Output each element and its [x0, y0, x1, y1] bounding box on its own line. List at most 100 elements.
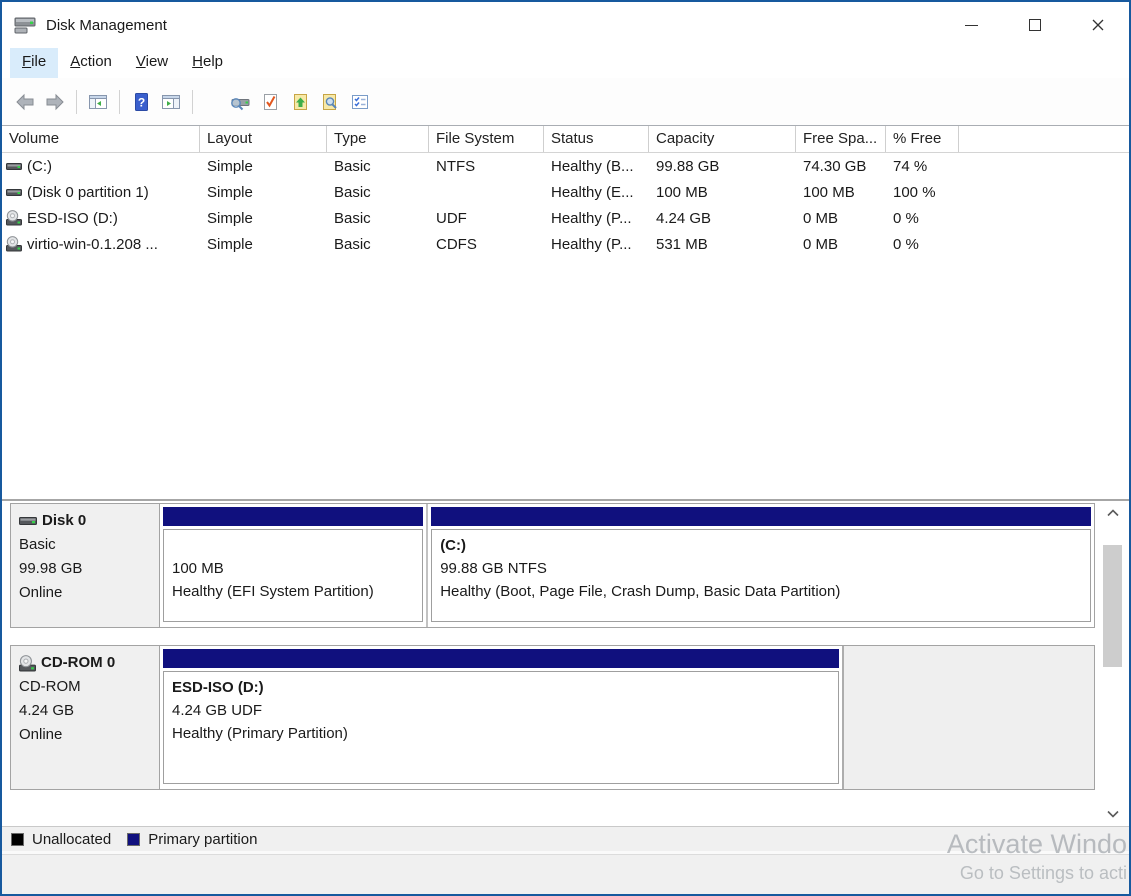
volume-name: ESD-ISO (D:)	[27, 210, 118, 227]
volume-list-header: Volume Layout Type File System Status Ca…	[2, 126, 1129, 153]
window-title: Disk Management	[46, 17, 167, 34]
disk-size: 99.98 GB	[19, 557, 153, 581]
volume-name: virtio-win-0.1.208 ...	[27, 236, 158, 253]
column-header-layout[interactable]: Layout	[200, 126, 327, 152]
cell-free-space: 100 MB	[796, 184, 886, 201]
legend-bar: Unallocated Primary partition	[2, 826, 1129, 851]
column-header-percent-free[interactable]: % Free	[886, 126, 959, 152]
partition-size: 99.88 GB NTFS	[440, 557, 1086, 580]
help-button[interactable]: ?	[126, 87, 156, 117]
column-header-free-space[interactable]: Free Spa...	[796, 126, 886, 152]
cell-free-space: 0 MB	[796, 210, 886, 227]
column-header-status[interactable]: Status	[544, 126, 649, 152]
scroll-down-button[interactable]	[1101, 804, 1124, 824]
unallocated-swatch	[11, 833, 24, 846]
disk-type: CD-ROM	[19, 675, 153, 699]
partition-efi[interactable]: 100 MB Healthy (EFI System Partition)	[160, 504, 426, 627]
cell-type: Basic	[327, 210, 429, 227]
graphical-view: Disk 0 Basic 99.98 GB Online 100 MB Heal…	[2, 501, 1129, 826]
cell-type: Basic	[327, 184, 429, 201]
volume-list: Volume Layout Type File System Status Ca…	[2, 126, 1129, 474]
disk-management-window: Disk Management File Action View Help	[0, 0, 1131, 896]
cell-layout: Simple	[200, 210, 327, 227]
show-action-pane-button[interactable]	[156, 87, 186, 117]
partition-color-band	[431, 507, 1091, 526]
disk-name: CD-ROM 0	[41, 651, 115, 675]
scrollbar-thumb[interactable]	[1103, 545, 1122, 667]
toolbar-separator	[192, 90, 193, 114]
volume-row-disk0-partition1[interactable]: (Disk 0 partition 1) Simple Basic Health…	[2, 179, 1129, 205]
disk-status: Online	[19, 581, 153, 605]
rescan-disks-icon	[229, 92, 251, 112]
close-icon	[1091, 18, 1105, 32]
legend-label: Unallocated	[32, 831, 111, 848]
cell-status: Healthy (P...	[544, 236, 649, 253]
cell-status: Healthy (E...	[544, 184, 649, 201]
disk-size: 4.24 GB	[19, 699, 153, 723]
toolbar-separator	[76, 90, 77, 114]
drive-icon	[6, 158, 22, 174]
cdrom-0-header[interactable]: CD-ROM 0 CD-ROM 4.24 GB Online	[11, 646, 160, 789]
cell-capacity: 531 MB	[649, 236, 796, 253]
volume-row-esd-iso[interactable]: ESD-ISO (D:) Simple Basic UDF Healthy (P…	[2, 205, 1129, 231]
maximize-button[interactable]	[1003, 2, 1066, 48]
column-header-file-system[interactable]: File System	[429, 126, 544, 152]
show-console-tree-button[interactable]	[83, 87, 113, 117]
properties-icon	[350, 92, 370, 112]
svg-text:?: ?	[138, 95, 145, 109]
partition-name: (C:)	[440, 534, 1086, 557]
partition-c[interactable]: (C:) 99.88 GB NTFS Healthy (Boot, Page F…	[426, 504, 1094, 627]
volume-name: (C:)	[27, 158, 52, 175]
back-icon	[14, 92, 36, 112]
check-disk-button[interactable]	[255, 87, 285, 117]
menu-action[interactable]: Action	[58, 48, 124, 78]
column-header-type[interactable]: Type	[327, 126, 429, 152]
minimize-button[interactable]	[940, 2, 1003, 48]
disk-name: Disk 0	[42, 509, 86, 533]
check-disk-icon	[260, 92, 280, 112]
cell-capacity: 4.24 GB	[649, 210, 796, 227]
scroll-up-button[interactable]	[1101, 503, 1124, 523]
volume-row-c[interactable]: (C:) Simple Basic NTFS Healthy (B... 99.…	[2, 153, 1129, 179]
cd-icon	[6, 210, 22, 226]
partition-size: 100 MB	[172, 557, 418, 580]
move-up-icon	[290, 92, 310, 112]
cell-free-space: 0 MB	[796, 236, 886, 253]
drive-icon	[19, 515, 37, 527]
menu-view[interactable]: View	[124, 48, 180, 78]
partition-name: ESD-ISO (D:)	[172, 676, 834, 699]
toolbar: ?	[2, 78, 1129, 126]
partition-esd-iso[interactable]: ESD-ISO (D:) 4.24 GB UDF Healthy (Primar…	[160, 646, 842, 789]
legend-primary-partition: Primary partition	[127, 831, 257, 848]
pane-splitter[interactable]	[2, 474, 1129, 501]
window-controls	[940, 2, 1129, 48]
column-header-volume[interactable]: Volume	[2, 126, 200, 152]
cd-icon	[6, 236, 22, 252]
minimize-icon	[965, 25, 978, 26]
partition-color-band	[163, 649, 839, 668]
properties-button[interactable]	[345, 87, 375, 117]
menu-help[interactable]: Help	[180, 48, 235, 78]
titlebar[interactable]: Disk Management	[2, 2, 1129, 48]
cell-percent-free: 0 %	[886, 210, 959, 227]
rescan-disks-button[interactable]	[225, 87, 255, 117]
chevron-up-icon	[1107, 509, 1119, 517]
vertical-scrollbar[interactable]	[1101, 501, 1124, 826]
cell-type: Basic	[327, 158, 429, 175]
disk-0-header[interactable]: Disk 0 Basic 99.98 GB Online	[11, 504, 160, 627]
volume-row-virtio-win[interactable]: virtio-win-0.1.208 ... Simple Basic CDFS…	[2, 231, 1129, 257]
move-up-button[interactable]	[285, 87, 315, 117]
drive-icon	[6, 184, 22, 200]
disk-type: Basic	[19, 533, 153, 557]
forward-button[interactable]	[40, 87, 70, 117]
back-button[interactable]	[10, 87, 40, 117]
maximize-icon	[1029, 19, 1041, 31]
cell-status: Healthy (B...	[544, 158, 649, 175]
column-header-capacity[interactable]: Capacity	[649, 126, 796, 152]
help-icon: ?	[131, 92, 151, 112]
close-button[interactable]	[1066, 2, 1129, 48]
explore-button[interactable]	[315, 87, 345, 117]
menu-file[interactable]: File	[10, 48, 58, 78]
menubar: File Action View Help	[2, 48, 1129, 78]
partition-size: 4.24 GB UDF	[172, 699, 834, 722]
